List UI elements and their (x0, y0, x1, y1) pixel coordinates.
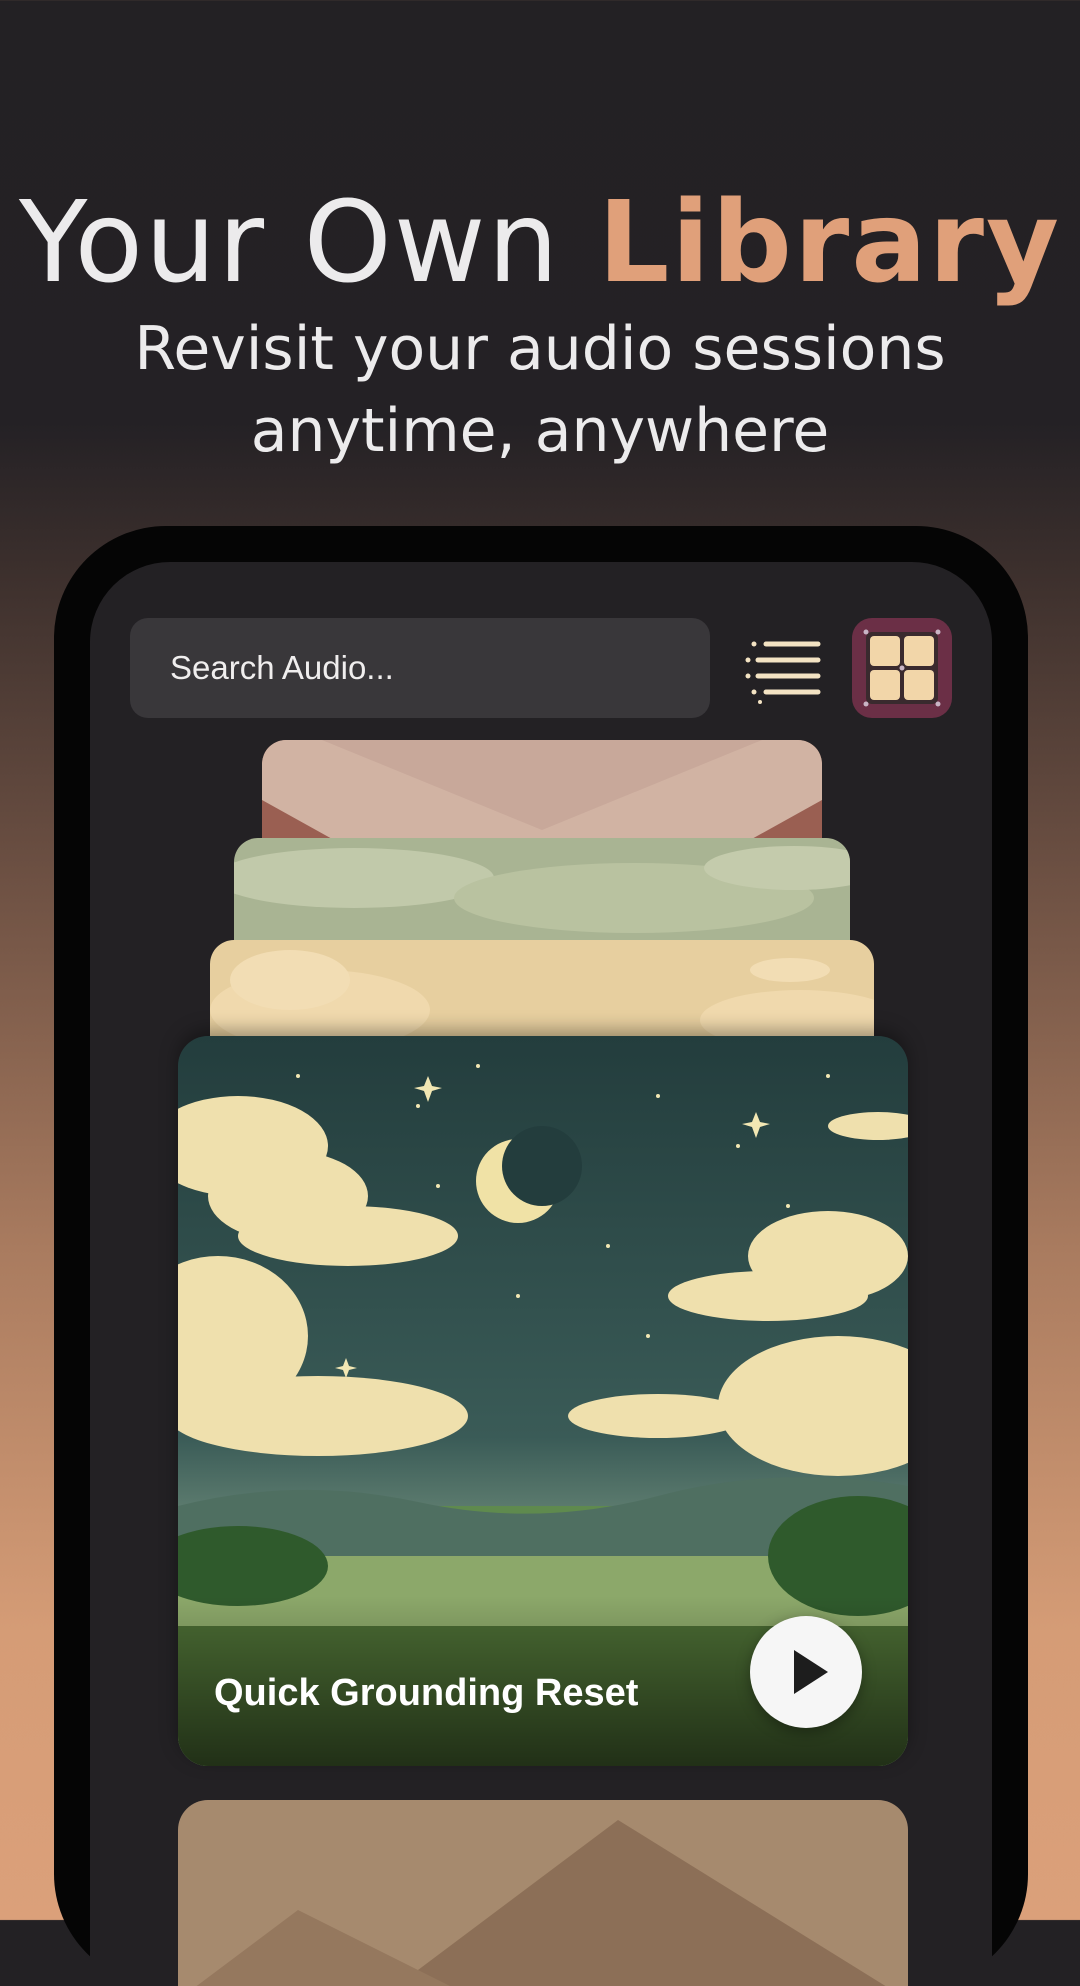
green-texture-artwork (234, 838, 850, 948)
subheadline-line-2: anytime, anywhere (250, 396, 830, 466)
featured-audio-card[interactable]: Quick Grounding Reset (178, 1036, 908, 1766)
headline-accent: Library (598, 178, 1062, 308)
subheadline: Revisit your audio sessions anytime, any… (0, 308, 1080, 472)
search-placeholder: Search Audio... (170, 649, 394, 686)
cream-clouds-artwork (210, 940, 874, 1040)
list-view-button[interactable] (740, 628, 824, 708)
audio-card-stack-2[interactable] (210, 940, 874, 1040)
grid-view-button[interactable] (852, 618, 952, 718)
play-button[interactable] (750, 1616, 862, 1728)
app-screen: Search Audio... Quick Grounding Reset (90, 562, 992, 1986)
play-icon (794, 1650, 828, 1694)
featured-card-title: Quick Grounding Reset (214, 1672, 639, 1714)
audio-card-next[interactable] (178, 1800, 908, 1986)
terracotta-pattern-artwork (262, 740, 822, 850)
list-icon (745, 641, 821, 704)
phone-frame: Search Audio... Quick Grounding Reset (54, 526, 1028, 1986)
audio-card-stack-4[interactable] (262, 740, 822, 850)
audio-card-stack-3[interactable] (234, 838, 850, 948)
subheadline-line-1: Revisit your audio sessions (134, 314, 946, 384)
headline-text: Your Own (18, 178, 599, 308)
grid-icon (863, 629, 941, 707)
desert-mountain-artwork (178, 1800, 908, 1986)
headline: Your Own Library (0, 178, 1080, 308)
search-input[interactable]: Search Audio... (130, 618, 710, 718)
